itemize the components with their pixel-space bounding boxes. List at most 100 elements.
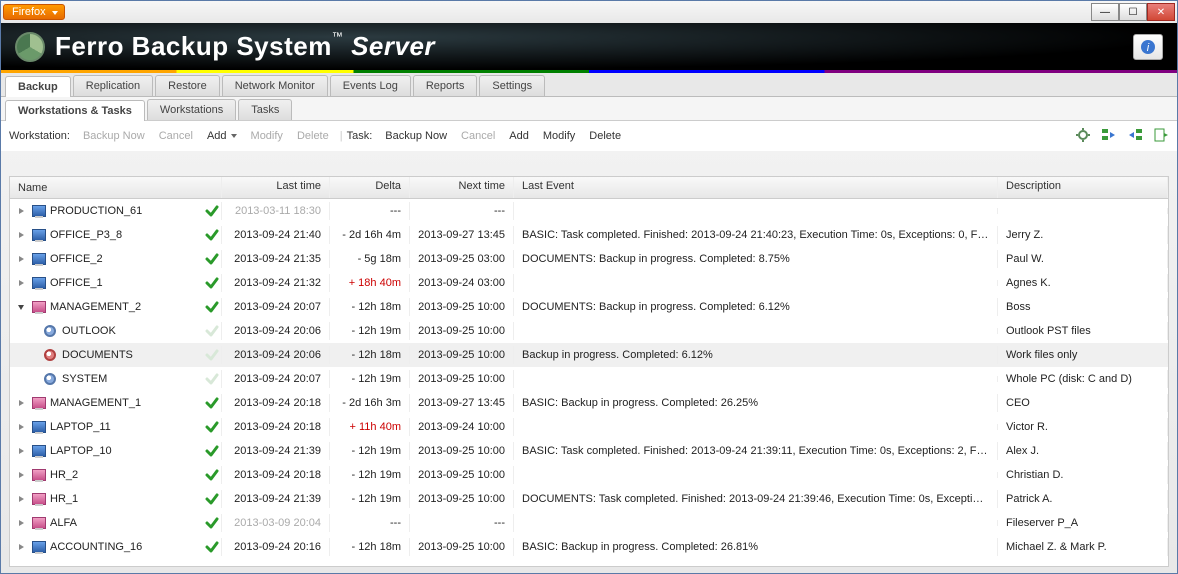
cell-last-event	[514, 472, 998, 478]
minimize-button[interactable]: —	[1091, 3, 1119, 21]
main-tab-backup[interactable]: Backup	[5, 76, 71, 97]
sub-tab-workstations[interactable]: Workstations	[147, 99, 236, 120]
expand-toggle-icon[interactable]	[16, 398, 26, 408]
maximize-button[interactable]: ☐	[1119, 3, 1147, 21]
status-check-icon	[204, 539, 220, 555]
workstation-icon	[32, 541, 46, 553]
workstation-row[interactable]: ACCOUNTING_162013-09-24 20:16- 12h 18m20…	[10, 535, 1168, 559]
sub-tab-tasks[interactable]: Tasks	[238, 99, 292, 120]
expand-toggle-icon[interactable]	[16, 518, 26, 528]
workstation-row[interactable]: ALFA2013-03-09 20:04------Fileserver P_A	[10, 511, 1168, 535]
expand-toggle-icon[interactable]	[16, 422, 26, 432]
export-icon[interactable]	[1153, 127, 1169, 146]
cell-last-event: BASIC: Task completed. Finished: 2013-09…	[514, 226, 998, 244]
expand-toggle-icon[interactable]	[16, 206, 26, 216]
workstation-row[interactable]: HR_12013-09-24 21:39- 12h 19m2013-09-25 …	[10, 487, 1168, 511]
main-tab-network-monitor[interactable]: Network Monitor	[222, 75, 328, 96]
firefox-menu-button[interactable]: Firefox	[3, 4, 65, 20]
sub-tab-workstations-tasks[interactable]: Workstations & Tasks	[5, 100, 145, 121]
expand-toggle-icon[interactable]	[16, 494, 26, 504]
task-row[interactable]: SYSTEM2013-09-24 20:07- 12h 19m2013-09-2…	[10, 367, 1168, 391]
cell-last-time: 2013-09-24 21:35	[222, 250, 330, 268]
status-check-icon	[204, 347, 220, 363]
main-tab-reports[interactable]: Reports	[413, 75, 478, 96]
ws-modify-button[interactable]: Modify	[251, 130, 283, 142]
cell-description: Victor R.	[998, 418, 1168, 436]
workstation-row[interactable]: MANAGEMENT_22013-09-24 20:07- 12h 18m201…	[10, 295, 1168, 319]
cell-next-time: ---	[410, 202, 514, 220]
workstation-icon	[32, 397, 46, 409]
task-icon	[44, 325, 56, 337]
ws-add-button[interactable]: Add	[207, 130, 237, 142]
expand-tree-icon[interactable]	[1101, 127, 1117, 146]
toolbar: Workstation: Backup Now Cancel Add Modif…	[1, 121, 1177, 151]
cell-delta: + 18h 40m	[330, 274, 410, 292]
cell-last-time: 2013-09-24 20:06	[222, 346, 330, 364]
cell-last-time: 2013-09-24 21:32	[222, 274, 330, 292]
expand-toggle-icon[interactable]	[16, 446, 26, 456]
settings-gear-icon[interactable]	[1075, 127, 1091, 146]
expand-toggle-icon[interactable]	[16, 230, 26, 240]
col-event-header[interactable]: Last Event	[514, 177, 998, 198]
workstation-icon	[32, 469, 46, 481]
cell-last-event: DOCUMENTS: Backup in progress. Completed…	[514, 298, 998, 316]
ws-cancel-button[interactable]: Cancel	[159, 130, 193, 142]
workstation-icon	[32, 229, 46, 241]
expand-toggle-icon[interactable]	[16, 254, 26, 264]
info-button[interactable]: i	[1133, 34, 1163, 60]
workstation-row[interactable]: OFFICE_12013-09-24 21:32+ 18h 40m2013-09…	[10, 271, 1168, 295]
cell-description	[998, 208, 1168, 214]
app-window: Firefox — ☐ ✕ Ferro Backup System™ Serve…	[0, 0, 1178, 574]
close-button[interactable]: ✕	[1147, 3, 1175, 21]
cell-delta: - 12h 19m	[330, 466, 410, 484]
workstation-row[interactable]: OFFICE_P3_82013-09-24 21:40- 2d 16h 4m20…	[10, 223, 1168, 247]
workstation-row[interactable]: MANAGEMENT_12013-09-24 20:18- 2d 16h 3m2…	[10, 391, 1168, 415]
cell-description: Agnes K.	[998, 274, 1168, 292]
workstation-label: Workstation:	[9, 130, 70, 142]
cell-last-event	[514, 376, 998, 382]
cell-last-time: 2013-09-24 20:18	[222, 466, 330, 484]
status-check-icon	[204, 443, 220, 459]
status-check-icon	[204, 371, 220, 387]
workstation-row[interactable]: PRODUCTION_612013-03-11 18:30------	[10, 199, 1168, 223]
grid-body[interactable]: PRODUCTION_612013-03-11 18:30------OFFIC…	[10, 199, 1168, 566]
cell-last-event: DOCUMENTS: Task completed. Finished: 201…	[514, 490, 998, 508]
row-name: HR_2	[50, 469, 78, 481]
cell-next-time: 2013-09-25 10:00	[410, 298, 514, 316]
task-add-button[interactable]: Add	[509, 130, 529, 142]
main-tab-restore[interactable]: Restore	[155, 75, 220, 96]
cell-last-event: DOCUMENTS: Backup in progress. Completed…	[514, 250, 998, 268]
col-next-header[interactable]: Next time	[410, 177, 514, 198]
workstation-icon	[32, 493, 46, 505]
main-tab-replication[interactable]: Replication	[73, 75, 153, 96]
workstation-row[interactable]: LAPTOP_112013-09-24 20:18+ 11h 40m2013-0…	[10, 415, 1168, 439]
workstation-icon	[32, 445, 46, 457]
col-name-header[interactable]: Name	[10, 177, 222, 198]
collapse-tree-icon[interactable]	[1127, 127, 1143, 146]
workstation-row[interactable]: OFFICE_22013-09-24 21:35- 5g 18m2013-09-…	[10, 247, 1168, 271]
cell-description: Outlook PST files	[998, 322, 1168, 340]
expand-toggle-icon[interactable]	[16, 278, 26, 288]
row-name: OFFICE_1	[50, 277, 103, 289]
col-last-header[interactable]: Last time	[222, 177, 330, 198]
expand-toggle-icon[interactable]	[16, 302, 26, 312]
workstation-icon	[32, 205, 46, 217]
workstation-row[interactable]: HR_22013-09-24 20:18- 12h 19m2013-09-25 …	[10, 463, 1168, 487]
expand-toggle-icon[interactable]	[16, 542, 26, 552]
ws-backup-now-button[interactable]: Backup Now	[83, 130, 145, 142]
task-row[interactable]: OUTLOOK2013-09-24 20:06- 12h 19m2013-09-…	[10, 319, 1168, 343]
task-backup-now-button[interactable]: Backup Now	[385, 130, 447, 142]
task-row[interactable]: DOCUMENTS2013-09-24 20:06- 12h 18m2013-0…	[10, 343, 1168, 367]
expand-toggle-icon[interactable]	[16, 470, 26, 480]
status-check-icon	[204, 515, 220, 531]
ws-delete-button[interactable]: Delete	[297, 130, 329, 142]
cell-description: Christian D.	[998, 466, 1168, 484]
col-delta-header[interactable]: Delta	[330, 177, 410, 198]
task-modify-button[interactable]: Modify	[543, 130, 575, 142]
task-cancel-button[interactable]: Cancel	[461, 130, 495, 142]
task-delete-button[interactable]: Delete	[589, 130, 621, 142]
workstation-row[interactable]: LAPTOP_102013-09-24 21:39- 12h 19m2013-0…	[10, 439, 1168, 463]
main-tab-events-log[interactable]: Events Log	[330, 75, 411, 96]
col-desc-header[interactable]: Description	[998, 177, 1168, 198]
main-tab-settings[interactable]: Settings	[479, 75, 545, 96]
